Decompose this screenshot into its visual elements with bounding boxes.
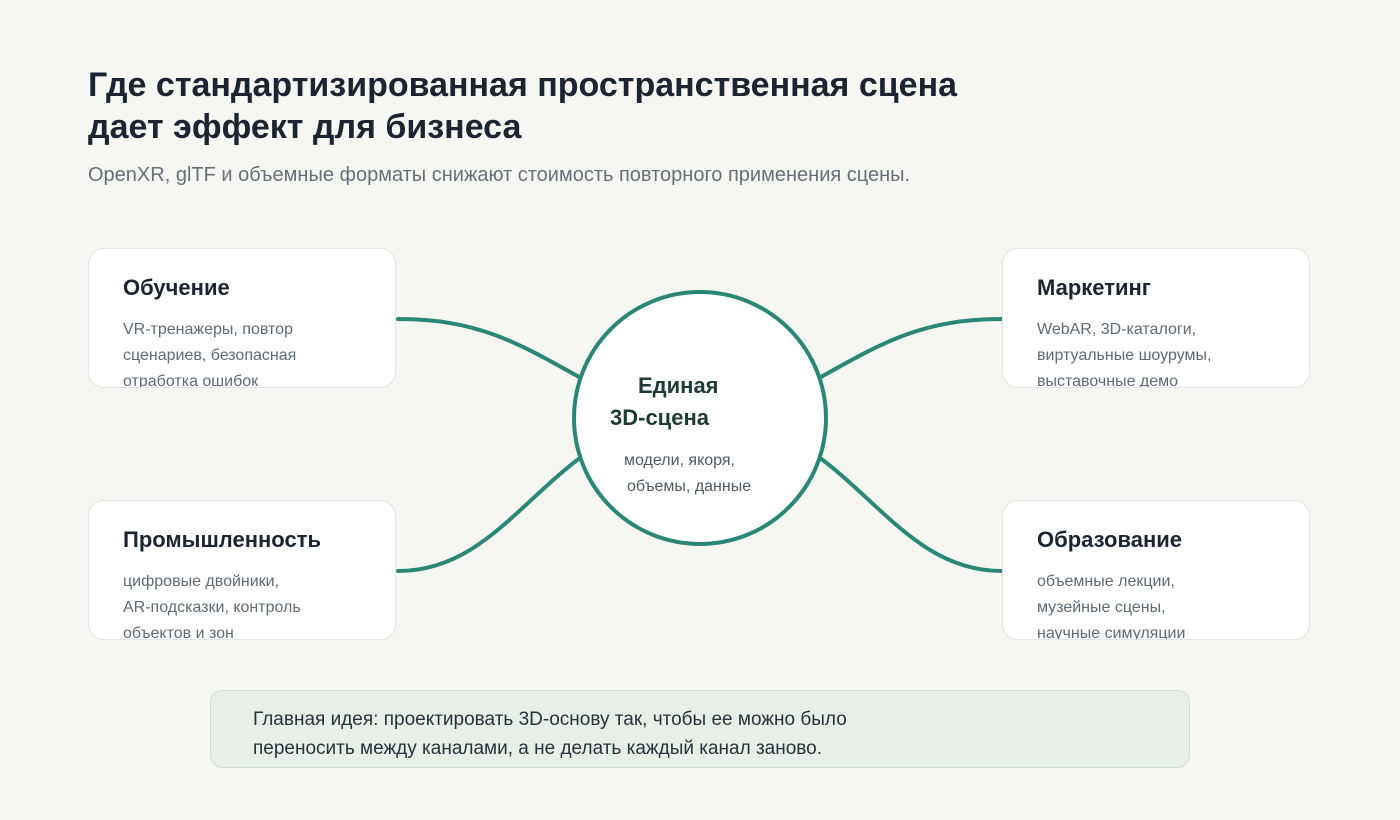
card-education: Образование объемные лекции, музейные сц…: [1002, 500, 1310, 640]
card-description-line: музейные сцены,: [1037, 599, 1166, 616]
card-description: объемные лекции, музейные сцены, научные…: [1037, 569, 1267, 640]
card-training: Обучение VR-тренажеры, повтор сценариев,…: [88, 248, 396, 388]
card-marketing: Маркетинг WebAR, 3D-каталоги, виртуальны…: [1002, 248, 1310, 388]
connector-training: [396, 317, 590, 384]
key-idea-text: Главная идея: проектировать 3D-основу та…: [253, 705, 1189, 763]
key-idea-line: Главная идея: проектировать 3D-основу та…: [253, 709, 847, 730]
card-description-line: VR-тренажеры, повтор: [123, 321, 293, 338]
card-title: Маркетинг: [1037, 275, 1151, 300]
card-description: WebAR, 3D-каталоги, виртуальные шоурумы,…: [1037, 317, 1267, 388]
key-idea-callout: Главная идея: проектировать 3D-основу та…: [210, 690, 1190, 768]
connector-marketing: [810, 317, 1004, 384]
card-description-line: объектов и зон: [123, 625, 234, 640]
card-description-line: научные симуляции: [1037, 625, 1186, 640]
card-description: VR-тренажеры, повтор сценариев, безопасн…: [123, 317, 353, 388]
hub-description: модели, якоря, объемы, данные: [624, 448, 794, 500]
hub-title-line: 3D-сцена: [610, 405, 709, 430]
connector-industry: [396, 450, 590, 573]
hub-title-line: Единая: [638, 373, 719, 398]
hub-description-line: объемы, данные: [627, 478, 752, 495]
card-description-line: отработка ошибок: [123, 373, 259, 388]
card-description-line: цифровые двойники,: [123, 573, 280, 590]
card-description: цифровые двойники, AR-подсказки, контрол…: [123, 569, 353, 640]
hub-title: Единая 3D-сцена: [610, 370, 780, 434]
card-description-line: объемные лекции,: [1037, 573, 1175, 590]
card-description-line: сценариев, безопасная: [123, 347, 297, 364]
card-industry: Промышленность цифровые двойники, AR-под…: [88, 500, 396, 640]
key-idea-line: переносить между каналами, а не делать к…: [253, 738, 823, 759]
card-title: Образование: [1037, 527, 1182, 552]
central-hub-circle: Единая 3D-сцена модели, якоря, объемы, д…: [572, 290, 828, 546]
card-description-line: выставочные демо: [1037, 373, 1179, 388]
card-title: Промышленность: [123, 527, 321, 552]
card-title: Обучение: [123, 275, 230, 300]
connector-education: [810, 450, 1004, 573]
card-description-line: виртуальные шоурумы,: [1037, 347, 1212, 364]
card-description-line: WebAR, 3D-каталоги,: [1037, 321, 1197, 338]
hub-description-line: модели, якоря,: [624, 452, 735, 469]
card-description-line: AR-подсказки, контроль: [123, 599, 301, 616]
